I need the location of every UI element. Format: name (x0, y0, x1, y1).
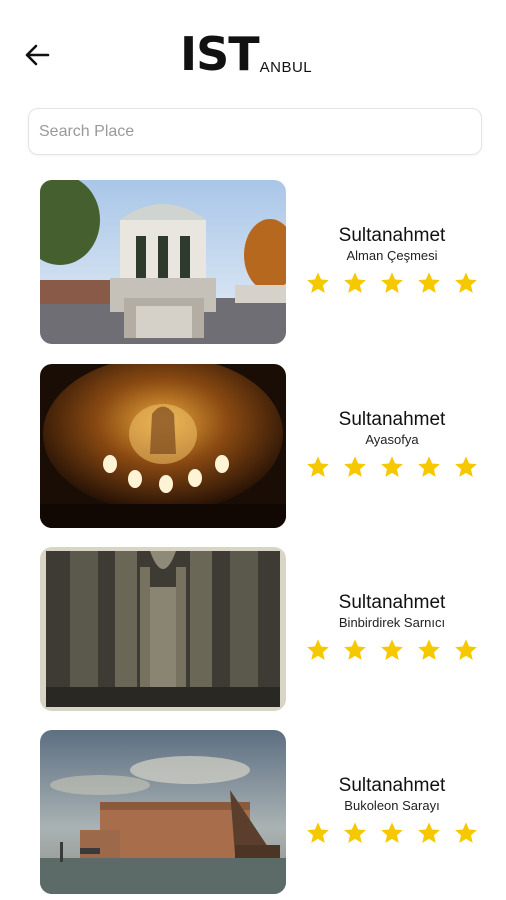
star-icon (307, 455, 329, 477)
rating-stars (305, 270, 479, 296)
logo-small-text: ANBUL (259, 59, 313, 76)
place-title: Sultanahmet (338, 591, 446, 613)
star-icon (418, 271, 440, 293)
star-icon (455, 821, 477, 843)
star-icon (344, 821, 366, 843)
search-box (28, 108, 482, 155)
place-subtitle: Binbirdirek Sarnıcı (338, 614, 446, 630)
star-icon (381, 271, 403, 293)
place-title: Sultanahmet (338, 774, 446, 796)
star-icon (381, 455, 403, 477)
place-image-binbirdirek-sarnici (40, 547, 286, 711)
place-image-alman-cesmesi (40, 180, 286, 344)
star-icon (455, 455, 477, 477)
app-header: IST ANBUL (0, 0, 506, 100)
place-image-ayasofya (40, 364, 286, 528)
star-icon (344, 271, 366, 293)
star-icon (418, 638, 440, 660)
star-icon (307, 271, 329, 293)
star-icon (344, 455, 366, 477)
place-card[interactable]: Sultanahmet Bukoleon Sarayı (40, 730, 486, 896)
star-icon (381, 638, 403, 660)
app-logo: IST ANBUL (180, 27, 313, 81)
place-image-bukoleon-sarayi (40, 730, 286, 894)
star-icon (381, 821, 403, 843)
arrow-left-icon (25, 44, 50, 66)
rating-stars (305, 820, 479, 846)
logo-big-text: IST (180, 27, 260, 81)
star-icon (418, 455, 440, 477)
place-card[interactable]: Sultanahmet Alman Çeşmesi (40, 180, 486, 346)
star-icon (455, 271, 477, 293)
rating-stars (305, 637, 479, 663)
place-info: Sultanahmet Bukoleon Sarayı (298, 730, 486, 894)
rating-stars (305, 454, 479, 480)
star-icon (344, 638, 366, 660)
place-subtitle: Alman Çeşmesi (346, 247, 438, 263)
place-subtitle: Bukoleon Sarayı (344, 797, 440, 813)
place-card[interactable]: Sultanahmet Binbirdirek Sarnıcı (40, 547, 486, 713)
star-icon (307, 638, 329, 660)
star-icon (418, 821, 440, 843)
place-info: Sultanahmet Ayasofya (298, 364, 486, 528)
star-icon (455, 638, 477, 660)
place-card[interactable]: Sultanahmet Ayasofya (40, 364, 486, 530)
place-info: Sultanahmet Alman Çeşmesi (298, 180, 486, 344)
place-title: Sultanahmet (338, 224, 446, 246)
place-subtitle: Ayasofya (365, 431, 419, 447)
search-input[interactable] (29, 109, 481, 154)
place-title: Sultanahmet (338, 408, 446, 430)
star-icon (307, 821, 329, 843)
back-button[interactable] (20, 38, 54, 72)
place-info: Sultanahmet Binbirdirek Sarnıcı (298, 547, 486, 711)
